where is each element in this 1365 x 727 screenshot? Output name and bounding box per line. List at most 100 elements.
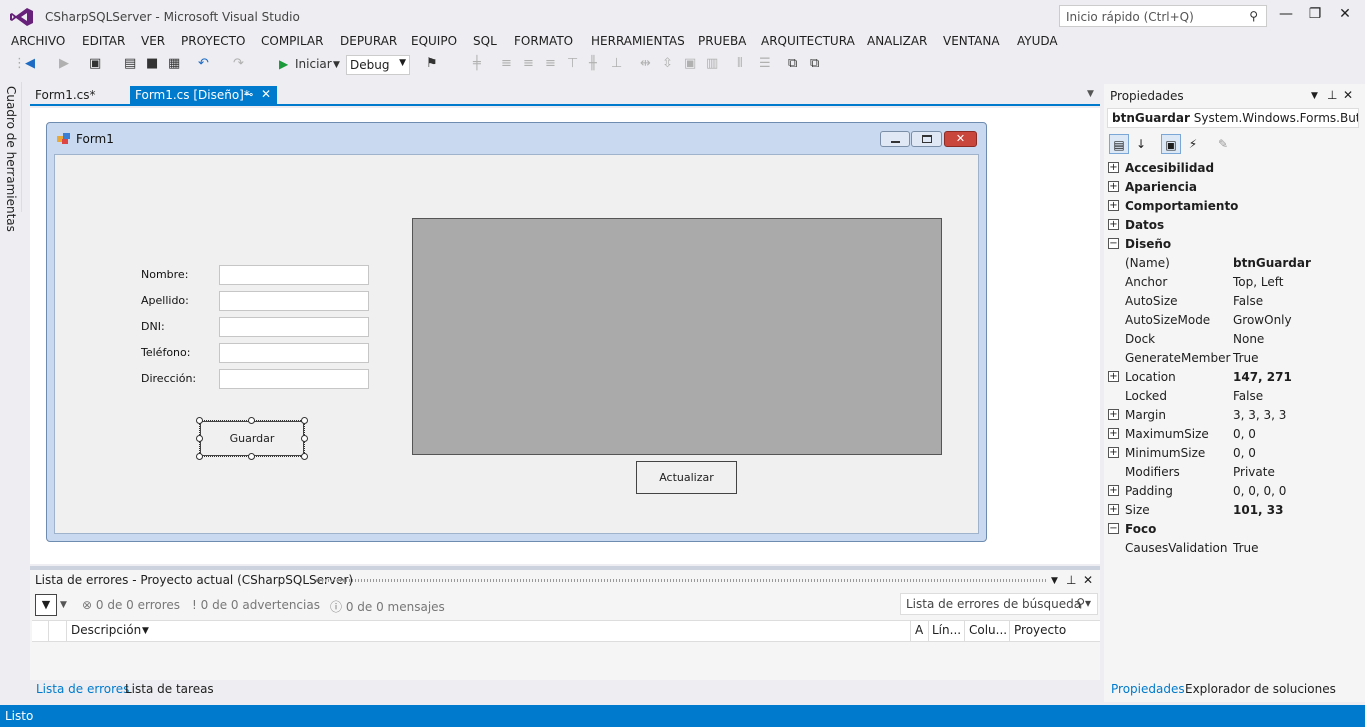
spacing-icon-2[interactable]: ☰	[759, 56, 771, 71]
error-search-input[interactable]: Lista de errores de búsqueda ⚲▾	[900, 593, 1098, 615]
tab-form1-code[interactable]: Form1.cs*	[30, 86, 126, 106]
guardar-button[interactable]: Guardar	[200, 421, 304, 456]
property-value[interactable]: btnGuardar	[1233, 256, 1311, 270]
menu-formato[interactable]: FORMATO	[514, 34, 573, 48]
menu-editar[interactable]: EDITAR	[82, 34, 125, 48]
property-value[interactable]: 0, 0	[1233, 427, 1256, 441]
width-icon[interactable]: ⇹	[640, 56, 651, 71]
property-value[interactable]: False	[1233, 389, 1263, 403]
menu-sql[interactable]: SQL	[473, 34, 497, 48]
quick-launch-input[interactable]: Inicio rápido (Ctrl+Q) ⚲	[1059, 5, 1267, 27]
start-dropdown-icon[interactable]: ▼	[333, 60, 340, 70]
properties-menu-icon[interactable]: ▼	[1311, 91, 1318, 101]
form-close-button[interactable]: ✕	[944, 131, 977, 147]
expand-icon[interactable]: +	[1108, 409, 1119, 420]
start-icon[interactable]: ▶	[279, 57, 288, 71]
textbox-direccion[interactable]	[219, 369, 369, 389]
tab-propiedades[interactable]: Propiedades	[1111, 682, 1185, 696]
textbox-dni[interactable]	[219, 317, 369, 337]
resize-handle-tr[interactable]	[301, 417, 308, 424]
close-window-button[interactable]: ✕	[1334, 6, 1356, 24]
align-left-icon[interactable]: ≡	[501, 56, 512, 71]
categorized-icon[interactable]: ▤	[1109, 134, 1129, 154]
layout-icon-1[interactable]: ╪	[473, 56, 481, 71]
object-selector[interactable]: btnGuardar System.Windows.Forms.Button	[1107, 108, 1359, 128]
toolbox-tab[interactable]: Cuadro de herramientas	[4, 86, 18, 232]
property-value[interactable]: Top, Left	[1233, 275, 1283, 289]
resize-handle-t[interactable]	[248, 417, 255, 424]
form-minimize-button[interactable]	[880, 131, 910, 147]
data-grid-view[interactable]	[412, 218, 942, 455]
property-value[interactable]: 0, 0, 0, 0	[1233, 484, 1286, 498]
actualizar-button[interactable]: Actualizar	[636, 461, 737, 494]
expand-icon[interactable]: +	[1108, 181, 1119, 192]
expand-icon[interactable]: +	[1108, 485, 1119, 496]
align-center-icon[interactable]: ≡	[523, 56, 534, 71]
back-icon[interactable]: ◀	[25, 56, 35, 71]
warnings-toggle[interactable]: ! 0 de 0 advertencias	[192, 598, 320, 612]
save-icon[interactable]: ■	[146, 56, 158, 71]
menu-compilar[interactable]: COMPILAR	[261, 34, 323, 48]
property-category[interactable]: + Datos	[1108, 216, 1360, 235]
restore-button[interactable]: ❐	[1304, 6, 1326, 24]
property-value[interactable]: False	[1233, 294, 1263, 308]
property-category[interactable]: + Comportamiento	[1108, 197, 1360, 216]
panel-close-icon[interactable]: ✕	[1083, 573, 1093, 587]
tab-form1-design[interactable]: Form1.cs [Diseño]* ⊸ ✕	[130, 86, 277, 106]
new-project-icon[interactable]: ▣	[89, 56, 101, 71]
menu-arquitectura[interactable]: ARQUITECTURA	[761, 34, 855, 48]
errors-toggle[interactable]: ⊗ 0 de 0 errores	[82, 598, 180, 612]
property-row[interactable]: + Padding 0, 0, 0, 0	[1108, 482, 1360, 501]
start-button[interactable]: Iniciar	[295, 57, 332, 71]
property-row[interactable]: + MinimumSize 0, 0	[1108, 444, 1360, 463]
align-right-icon[interactable]: ≡	[545, 56, 556, 71]
properties-close-icon[interactable]: ✕	[1343, 88, 1353, 102]
column-archivo[interactable]: A	[915, 623, 923, 637]
property-value[interactable]: Private	[1233, 465, 1275, 479]
forward-icon[interactable]: ▶	[59, 56, 69, 71]
property-row[interactable]: Locked False	[1108, 387, 1360, 406]
tab-overflow-icon[interactable]: ▼	[1087, 89, 1094, 99]
property-row[interactable]: + MaximumSize 0, 0	[1108, 425, 1360, 444]
menu-analizar[interactable]: ANALIZAR	[867, 34, 927, 48]
column-columna[interactable]: Colu...	[969, 623, 1007, 637]
property-row[interactable]: AutoSize False	[1108, 292, 1360, 311]
close-tab-icon[interactable]: ✕	[261, 87, 271, 101]
resize-handle-bl[interactable]	[196, 453, 203, 460]
size-icon[interactable]: ▣	[684, 56, 696, 71]
align-top-icon[interactable]: ⊤	[567, 56, 578, 71]
filter-button[interactable]: ▼	[35, 594, 57, 616]
expand-icon[interactable]: +	[1108, 200, 1119, 211]
expand-icon[interactable]: +	[1108, 504, 1119, 515]
expand-icon[interactable]: +	[1108, 428, 1119, 439]
align-bottom-icon[interactable]: ⊥	[611, 56, 622, 71]
tab-lista-errores[interactable]: Lista de errores	[36, 682, 129, 696]
property-value[interactable]: 3, 3, 3, 3	[1233, 408, 1286, 422]
expand-icon[interactable]: +	[1108, 447, 1119, 458]
tab-lista-tareas[interactable]: Lista de tareas	[125, 682, 214, 696]
property-category[interactable]: + Accesibilidad	[1108, 159, 1360, 178]
property-row[interactable]: + Margin 3, 3, 3, 3	[1108, 406, 1360, 425]
form-maximize-button[interactable]	[911, 131, 942, 147]
property-row[interactable]: AutoSizeMode GrowOnly	[1108, 311, 1360, 330]
textbox-nombre[interactable]	[219, 265, 369, 285]
column-linea[interactable]: Lín...	[932, 623, 961, 637]
property-category[interactable]: − Diseño	[1108, 235, 1360, 254]
events-icon[interactable]: ⚡	[1183, 134, 1203, 154]
property-value[interactable]: 101, 33	[1233, 503, 1283, 517]
menu-herramientas[interactable]: HERRAMIENTAS	[591, 34, 685, 48]
property-row[interactable]: GenerateMember True	[1108, 349, 1360, 368]
expand-icon[interactable]: +	[1108, 371, 1119, 382]
property-category[interactable]: + Apariencia	[1108, 178, 1360, 197]
resize-handle-b[interactable]	[248, 453, 255, 460]
resize-handle-r[interactable]	[301, 435, 308, 442]
menu-ayuda[interactable]: AYUDA	[1017, 34, 1058, 48]
property-row[interactable]: (Name) btnGuardar	[1108, 254, 1360, 273]
messages-toggle[interactable]: ⓘ 0 de 0 mensajes	[330, 598, 445, 615]
property-row[interactable]: + Location 147, 271	[1108, 368, 1360, 387]
resize-handle-br[interactable]	[301, 453, 308, 460]
menu-prueba[interactable]: PRUEBA	[698, 34, 746, 48]
pin-icon[interactable]: ⊸	[244, 88, 253, 101]
column-descripcion[interactable]: Descripción	[71, 623, 141, 637]
resize-handle-l[interactable]	[196, 435, 203, 442]
